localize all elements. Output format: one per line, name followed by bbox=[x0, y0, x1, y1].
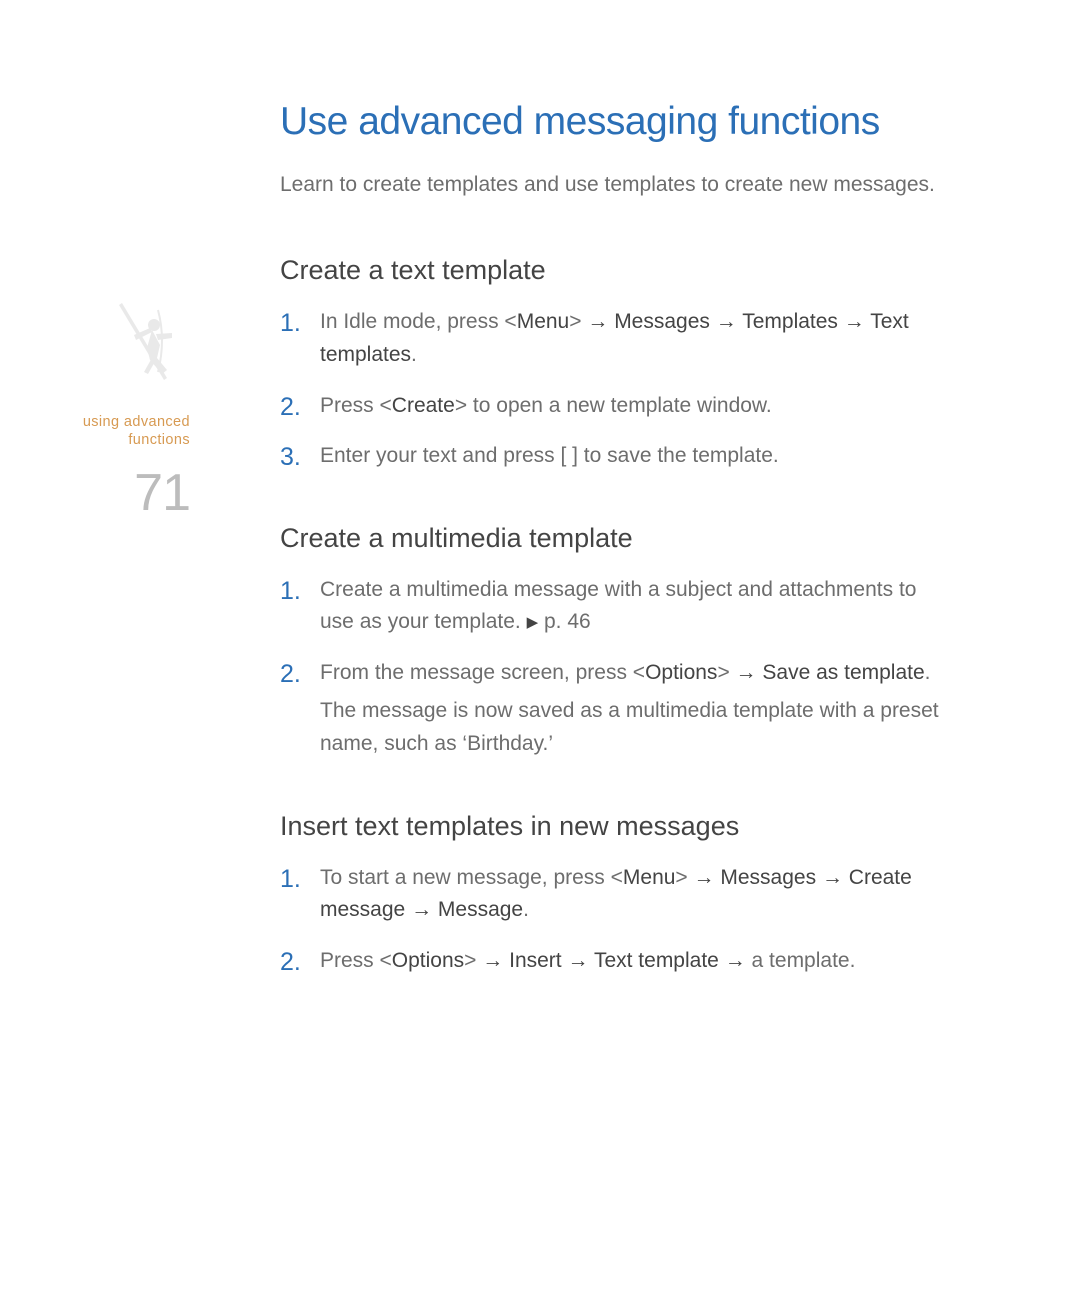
step-text: Enter your text and press [ ] to save th… bbox=[320, 444, 779, 467]
step-number: 2. bbox=[280, 388, 301, 427]
page-title: Use advanced messaging functions bbox=[280, 100, 950, 145]
manual-page: using advanced functions 71 Use advanced… bbox=[0, 0, 1080, 1307]
steps-list: 1. In Idle mode, press <Menu> → Messages… bbox=[280, 306, 950, 472]
intro-text: Learn to create templates and use templa… bbox=[280, 169, 950, 202]
step-number: 1. bbox=[280, 860, 301, 899]
list-item: 2. Press <Options> → Insert → Text templ… bbox=[280, 945, 950, 978]
list-item: 1. To start a new message, press <Menu> … bbox=[280, 862, 950, 927]
section-heading: Insert text templates in new messages bbox=[280, 809, 950, 844]
page-ref-icon: ▶ bbox=[527, 611, 539, 634]
list-item: 3. Enter your text and press [ ] to save… bbox=[280, 440, 950, 473]
step-number: 2. bbox=[280, 655, 301, 694]
step-number: 1. bbox=[280, 304, 301, 343]
step-note: The message is now saved as a multimedia… bbox=[320, 695, 950, 760]
climber-icon bbox=[112, 300, 184, 400]
content: Use advanced messaging functions Learn t… bbox=[280, 100, 950, 977]
section-heading: Create a multimedia template bbox=[280, 521, 950, 556]
step-text: From the message screen, press <Options>… bbox=[320, 661, 931, 684]
step-text: In Idle mode, press <Menu> → Messages → … bbox=[320, 310, 909, 366]
list-item: 1. Create a multimedia message with a su… bbox=[280, 574, 950, 639]
step-text: Create a multimedia message with a subje… bbox=[320, 578, 916, 634]
section-label-line1: using advanced bbox=[83, 414, 190, 430]
step-number: 3. bbox=[280, 438, 301, 477]
step-text: To start a new message, press <Menu> → M… bbox=[320, 866, 912, 922]
section-label-line2: functions bbox=[128, 432, 190, 448]
list-item: 2. From the message screen, press <Optio… bbox=[280, 657, 950, 761]
list-item: 2. Press <Create> to open a new template… bbox=[280, 390, 950, 423]
section-heading: Create a text template bbox=[280, 253, 950, 288]
step-number: 2. bbox=[280, 943, 301, 982]
steps-list: 1. To start a new message, press <Menu> … bbox=[280, 862, 950, 978]
step-text: Press <Options> → Insert → Text template… bbox=[320, 949, 855, 972]
step-number: 1. bbox=[280, 572, 301, 611]
list-item: 1. In Idle mode, press <Menu> → Messages… bbox=[280, 306, 950, 371]
steps-list: 1. Create a multimedia message with a su… bbox=[280, 574, 950, 761]
sidebar: using advanced functions 71 bbox=[0, 300, 200, 523]
step-text: Press <Create> to open a new template wi… bbox=[320, 394, 772, 417]
section-label: using advanced functions bbox=[0, 413, 190, 449]
page-number: 71 bbox=[0, 463, 190, 523]
